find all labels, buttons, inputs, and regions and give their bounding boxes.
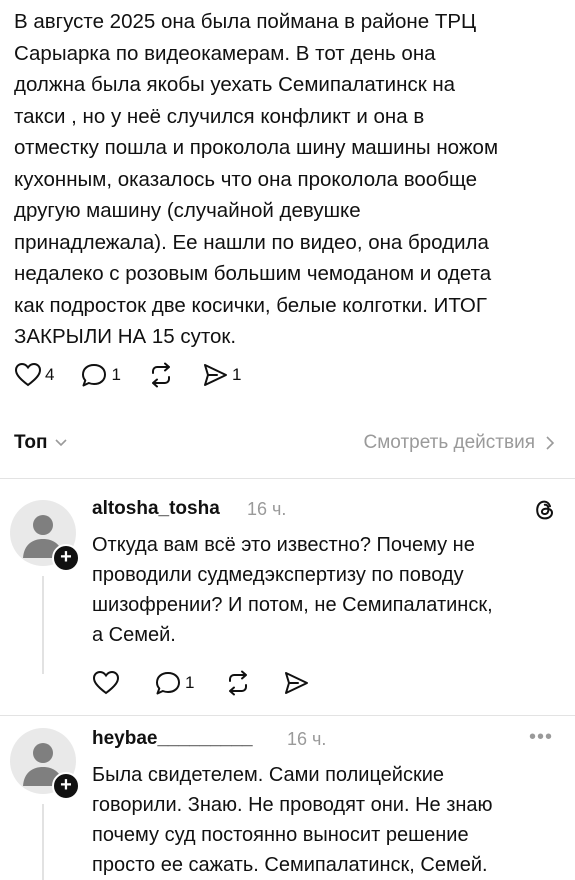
share-count: 1	[231, 365, 242, 384]
comment-button[interactable]: 1	[80, 362, 121, 388]
comment-text-line: проводили судмедэкспертизу по поводу	[92, 564, 464, 586]
post-text-line: недалеко с розовым большим чемоданом и о…	[14, 262, 492, 285]
like-count: 4	[45, 365, 55, 384]
comment-like-button[interactable]	[92, 670, 120, 696]
chevron-down-icon	[54, 439, 67, 447]
sort-dropdown[interactable]: Топ	[14, 432, 68, 454]
comment-repost-button[interactable]	[224, 670, 252, 696]
comment-timestamp: 16 ч.	[247, 499, 287, 519]
post-text-line: кухонным, оказалось что она проколола во…	[14, 167, 477, 191]
comment-text: Откуда вам всё это известно? Почему не п…	[92, 530, 562, 650]
comment-username[interactable]: heybae_________	[92, 728, 253, 750]
follow-button[interactable]: +	[52, 772, 80, 800]
comment-count: 1	[111, 365, 121, 384]
post-text-line: другую машину (случайной девушке	[14, 199, 361, 222]
post-text-line: как подросток две косички, белые колготк…	[14, 293, 487, 317]
sort-label: Топ	[14, 432, 48, 453]
comment-text-line: Была свидетелем. Сами полицейские	[92, 764, 445, 786]
repost-icon	[229, 670, 248, 696]
heart-icon	[14, 362, 42, 387]
comments-sort-bar: Топ Смотреть действия	[0, 420, 575, 464]
comment-text-line: а Семей.	[92, 624, 176, 646]
post-text-line: ЗАКРЫЛИ НА 15 суток.	[14, 325, 237, 348]
share-button[interactable]: 1	[201, 362, 241, 388]
post-actions: 4 1 1	[14, 362, 267, 388]
comment-text-line: просто ее сажать. Семипалатинск, Семей.	[92, 854, 488, 876]
chevron-right-icon	[546, 436, 555, 450]
post-text-line: отместку пошла и проколола шину машины н…	[14, 136, 499, 159]
divider	[0, 478, 575, 479]
post-text-line: такси , но у неё случился конфликт и она…	[14, 104, 425, 128]
comment-text-line: шизофрении? И потом, не Семипалатинск,	[92, 594, 493, 616]
send-icon	[285, 672, 309, 694]
comment-bubble-icon	[156, 672, 180, 695]
repost-icon	[151, 362, 170, 388]
comment-username[interactable]: altosha_tosha	[92, 498, 220, 520]
heart-icon	[92, 670, 120, 695]
like-button[interactable]: 4	[14, 362, 54, 388]
follow-button[interactable]: +	[52, 544, 80, 572]
more-options-button[interactable]: •••	[529, 726, 553, 749]
post-text: В августе 2025 она была поймана в районе…	[14, 6, 564, 353]
view-activity-link[interactable]: Смотреть действия	[364, 432, 555, 454]
comment-timestamp: 16 ч.	[287, 729, 327, 749]
divider	[0, 715, 575, 716]
thread-line	[42, 804, 44, 880]
threads-logo-icon[interactable]	[533, 498, 557, 522]
post-text-line: Сарыарка по видеокамерам. В тот день она	[14, 41, 436, 65]
comment-reply-button[interactable]: 1	[154, 670, 194, 696]
plus-icon: +	[60, 774, 72, 796]
plus-icon: +	[60, 546, 72, 568]
view-activity-label: Смотреть действия	[363, 432, 535, 453]
comment-actions: 1	[92, 670, 336, 696]
comment-bubble-icon	[82, 364, 107, 387]
reply-count: 1	[185, 673, 195, 692]
comment-text: Была свидетелем. Сами полицейские говори…	[92, 760, 562, 880]
post-text-line: принадлежала). Ее нашли по видео, она бр…	[14, 230, 489, 254]
send-icon	[203, 364, 227, 386]
comment-text-line: Откуда вам всё это известно? Почему не	[92, 534, 475, 556]
post-text-line: В августе 2025 она была поймана в районе…	[14, 10, 477, 33]
comment-text-line: говорили. Знаю. Не проводят они. Не знаю	[92, 794, 493, 816]
comment-share-button[interactable]	[282, 670, 310, 696]
post-text-line: должна была якобы уехать Семипалатинск н…	[14, 73, 456, 96]
thread-line	[42, 576, 44, 674]
repost-button[interactable]	[147, 362, 175, 388]
comment-text-line: почему суд постоянно выносит решение	[92, 824, 469, 846]
